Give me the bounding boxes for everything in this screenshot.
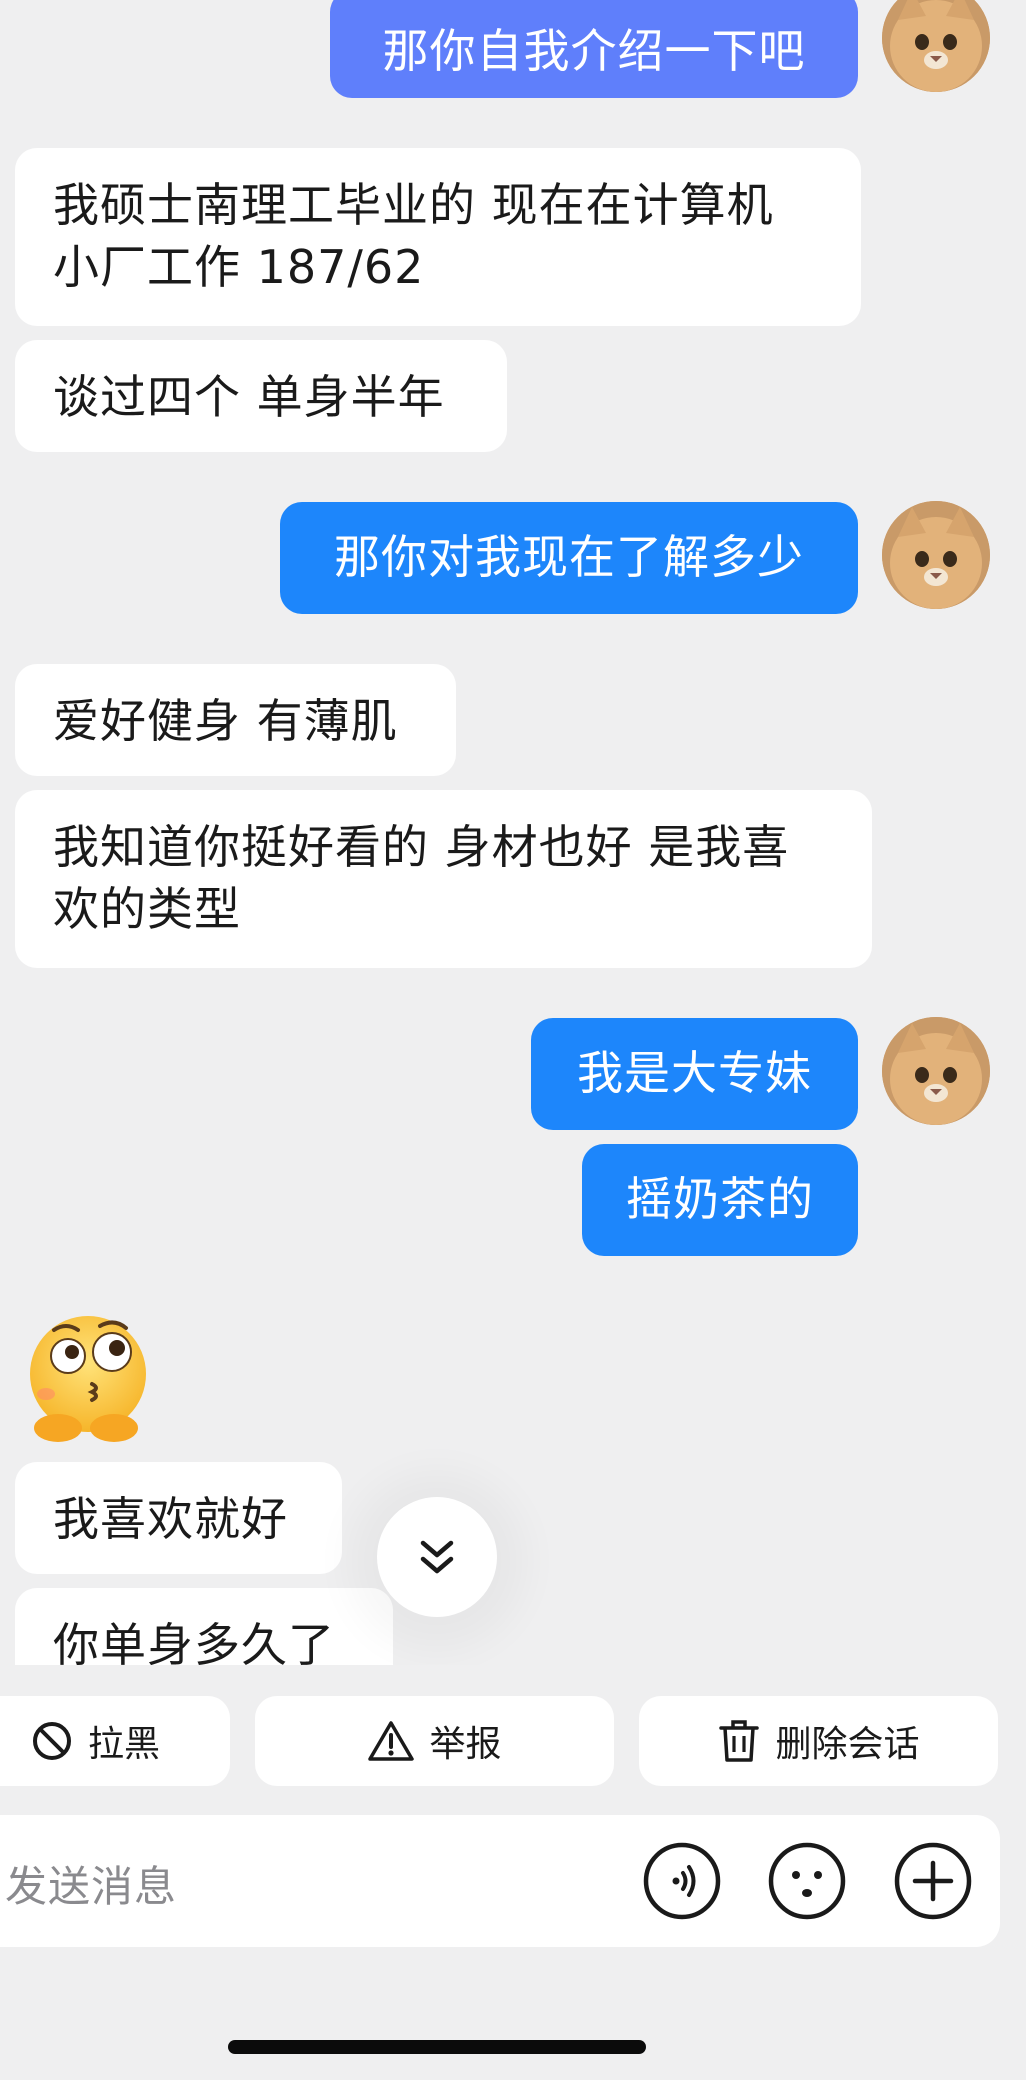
block-icon [32,1722,71,1760]
cat-avatar-icon [882,501,990,609]
report-button[interactable]: 举报 [255,1696,614,1786]
outgoing-message[interactable]: 我是大专妹 [531,1018,858,1130]
voice-button[interactable] [642,1841,722,1921]
more-button[interactable] [893,1841,973,1921]
message-input-bar: 发送消息 [0,1815,1000,1947]
incoming-message[interactable]: 爱好健身 有薄肌 [15,664,456,776]
voice-icon [643,1842,721,1920]
message-text-line: 我硕士南理工毕业的 现在在计算机 [53,178,774,232]
scroll-to-bottom-button[interactable] [377,1497,497,1617]
avatar[interactable] [882,0,990,92]
message-text: 你单身多久了 [53,1618,335,1665]
trash-icon [719,1720,760,1762]
message-text: 爱好健身 有薄肌 [53,694,398,748]
message-text-line: 小厂工作 187/62 [53,240,425,294]
delete-conversation-button[interactable]: 删除会话 [639,1696,998,1786]
report-label: 举报 [429,1724,502,1765]
message-list[interactable]: 那你自我介绍一下吧 我硕士南理工毕业的 现在在计算机 小厂工作 187/62 谈… [0,0,1026,1665]
cat-avatar-icon [882,1017,990,1125]
home-indicator[interactable] [228,2040,646,2054]
message-text: 摇奶茶的 [626,1172,814,1226]
warning-icon [368,1721,415,1761]
block-button[interactable]: 拉黑 [0,1696,230,1786]
incoming-message[interactable]: 你单身多久了 [15,1588,393,1665]
avatar[interactable] [882,501,990,609]
avatar[interactable] [882,1017,990,1125]
outgoing-message[interactable]: 那你对我现在了解多少 [280,502,858,614]
incoming-message[interactable]: 谈过四个 单身半年 [15,340,507,452]
message-text: 我喜欢就好 [53,1492,288,1546]
emoji-button[interactable] [767,1841,847,1921]
sticker-message[interactable] [18,1308,158,1448]
message-text: 我是大专妹 [577,1046,812,1100]
message-text-line: 欢的类型 [53,882,241,936]
message-input[interactable]: 发送消息 [5,1853,177,1914]
outgoing-message[interactable]: 摇奶茶的 [582,1144,858,1256]
outgoing-message[interactable]: 那你自我介绍一下吧 [330,0,858,98]
thinking-face-emoji-icon [30,1316,146,1442]
message-text: 那你对我现在了解多少 [334,530,804,584]
message-text-line: 我知道你挺好看的 身材也好 是我喜 [53,820,790,874]
emoji-icon [768,1842,846,1920]
message-text: 谈过四个 单身半年 [53,370,445,424]
cat-avatar-icon [882,0,990,92]
double-chevron-down-icon [420,1540,454,1574]
block-label: 拉黑 [87,1724,160,1765]
incoming-message[interactable]: 我知道你挺好看的 身材也好 是我喜 欢的类型 [15,790,872,968]
incoming-message[interactable]: 我喜欢就好 [15,1462,342,1574]
incoming-message[interactable]: 我硕士南理工毕业的 现在在计算机 小厂工作 187/62 [15,148,861,326]
message-text: 那你自我介绍一下吧 [382,24,806,78]
plus-icon [894,1842,972,1920]
delete-label: 删除会话 [775,1724,920,1765]
